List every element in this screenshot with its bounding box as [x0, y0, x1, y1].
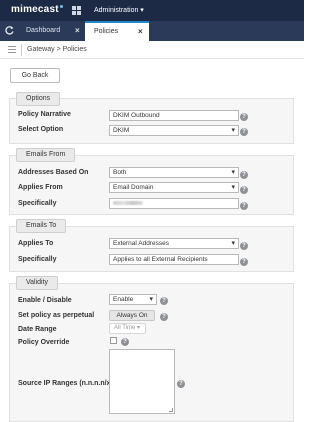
- help-icon[interactable]: ?: [240, 186, 248, 194]
- validity-section-title: Validity: [16, 276, 59, 290]
- tab-policies[interactable]: Policies ×: [85, 21, 149, 41]
- options-section-title: Options: [16, 92, 61, 106]
- menu-icon[interactable]: [8, 46, 16, 53]
- tab-policies-label: Policies: [94, 28, 119, 35]
- addresses-based-on-dropdown[interactable]: Both: [109, 167, 239, 178]
- breadcrumb: Gateway > Policies: [27, 46, 87, 53]
- applies-to-label: Applies To: [18, 240, 54, 247]
- policy-narrative-input[interactable]: DKIM Outbound: [109, 110, 239, 121]
- applies-to-dropdown[interactable]: External Addresses: [109, 238, 239, 249]
- help-icon[interactable]: ?: [121, 338, 129, 346]
- close-icon[interactable]: ×: [75, 26, 80, 35]
- specifically-from-label: Specifically: [18, 200, 57, 207]
- help-icon[interactable]: ?: [160, 313, 168, 321]
- breadcrumb-bar: Gateway > Policies: [0, 41, 304, 59]
- source-ip-textarea[interactable]: [109, 349, 175, 414]
- enable-disable-dropdown[interactable]: Enable: [109, 294, 157, 305]
- policy-override-checkbox[interactable]: [110, 337, 117, 344]
- refresh-icon[interactable]: [4, 25, 15, 36]
- policy-narrative-label: Policy Narrative: [18, 111, 71, 118]
- always-on-button[interactable]: Always On: [109, 310, 155, 321]
- go-back-button[interactable]: Go Back: [10, 68, 60, 83]
- help-icon[interactable]: ?: [240, 128, 248, 136]
- addresses-based-on-label: Addresses Based On: [18, 169, 89, 176]
- help-icon[interactable]: ?: [240, 258, 248, 266]
- top-bar: mimecast Administration ▾: [0, 0, 304, 21]
- enable-disable-label: Enable / Disable: [18, 297, 72, 304]
- policy-override-label: Policy Override: [18, 339, 70, 346]
- help-icon[interactable]: ?: [160, 297, 168, 305]
- administration-menu[interactable]: Administration ▾: [94, 6, 144, 14]
- help-icon[interactable]: ?: [240, 242, 248, 250]
- redacted-value: [113, 201, 143, 205]
- specifically-from-input[interactable]: [109, 198, 239, 209]
- perpetual-label: Set policy as perpetual: [18, 312, 95, 319]
- date-range-dropdown[interactable]: All Time ▾: [109, 323, 146, 334]
- help-icon[interactable]: ?: [240, 171, 248, 179]
- select-option-label: Select Option: [18, 126, 64, 133]
- specifically-to-label: Specifically: [18, 256, 57, 263]
- specifically-to-input[interactable]: Applies to all External Recipients: [109, 254, 239, 265]
- date-range-label: Date Range: [18, 326, 57, 333]
- resize-handle[interactable]: [169, 408, 173, 412]
- emails-to-section-title: Emails To: [16, 219, 67, 233]
- tab-dashboard[interactable]: Dashboard ×: [17, 21, 85, 41]
- emails-from-section-title: Emails From: [16, 148, 76, 162]
- help-icon[interactable]: ?: [240, 202, 248, 210]
- source-ip-label: Source IP Ranges (n.n.n.n/x): [18, 380, 113, 387]
- help-icon[interactable]: ?: [177, 380, 185, 388]
- close-icon[interactable]: ×: [138, 27, 143, 36]
- help-icon[interactable]: ?: [240, 113, 248, 121]
- tab-bar: Dashboard × Policies ×: [0, 21, 304, 41]
- mimecast-logo[interactable]: mimecast: [11, 4, 63, 15]
- tab-dashboard-label: Dashboard: [26, 27, 61, 34]
- applies-from-label: Applies From: [18, 184, 63, 191]
- divider: [21, 44, 22, 56]
- apps-grid-icon[interactable]: [72, 6, 82, 15]
- select-option-dropdown[interactable]: DKIM: [109, 125, 239, 136]
- applies-from-dropdown[interactable]: Email Domain: [109, 182, 239, 193]
